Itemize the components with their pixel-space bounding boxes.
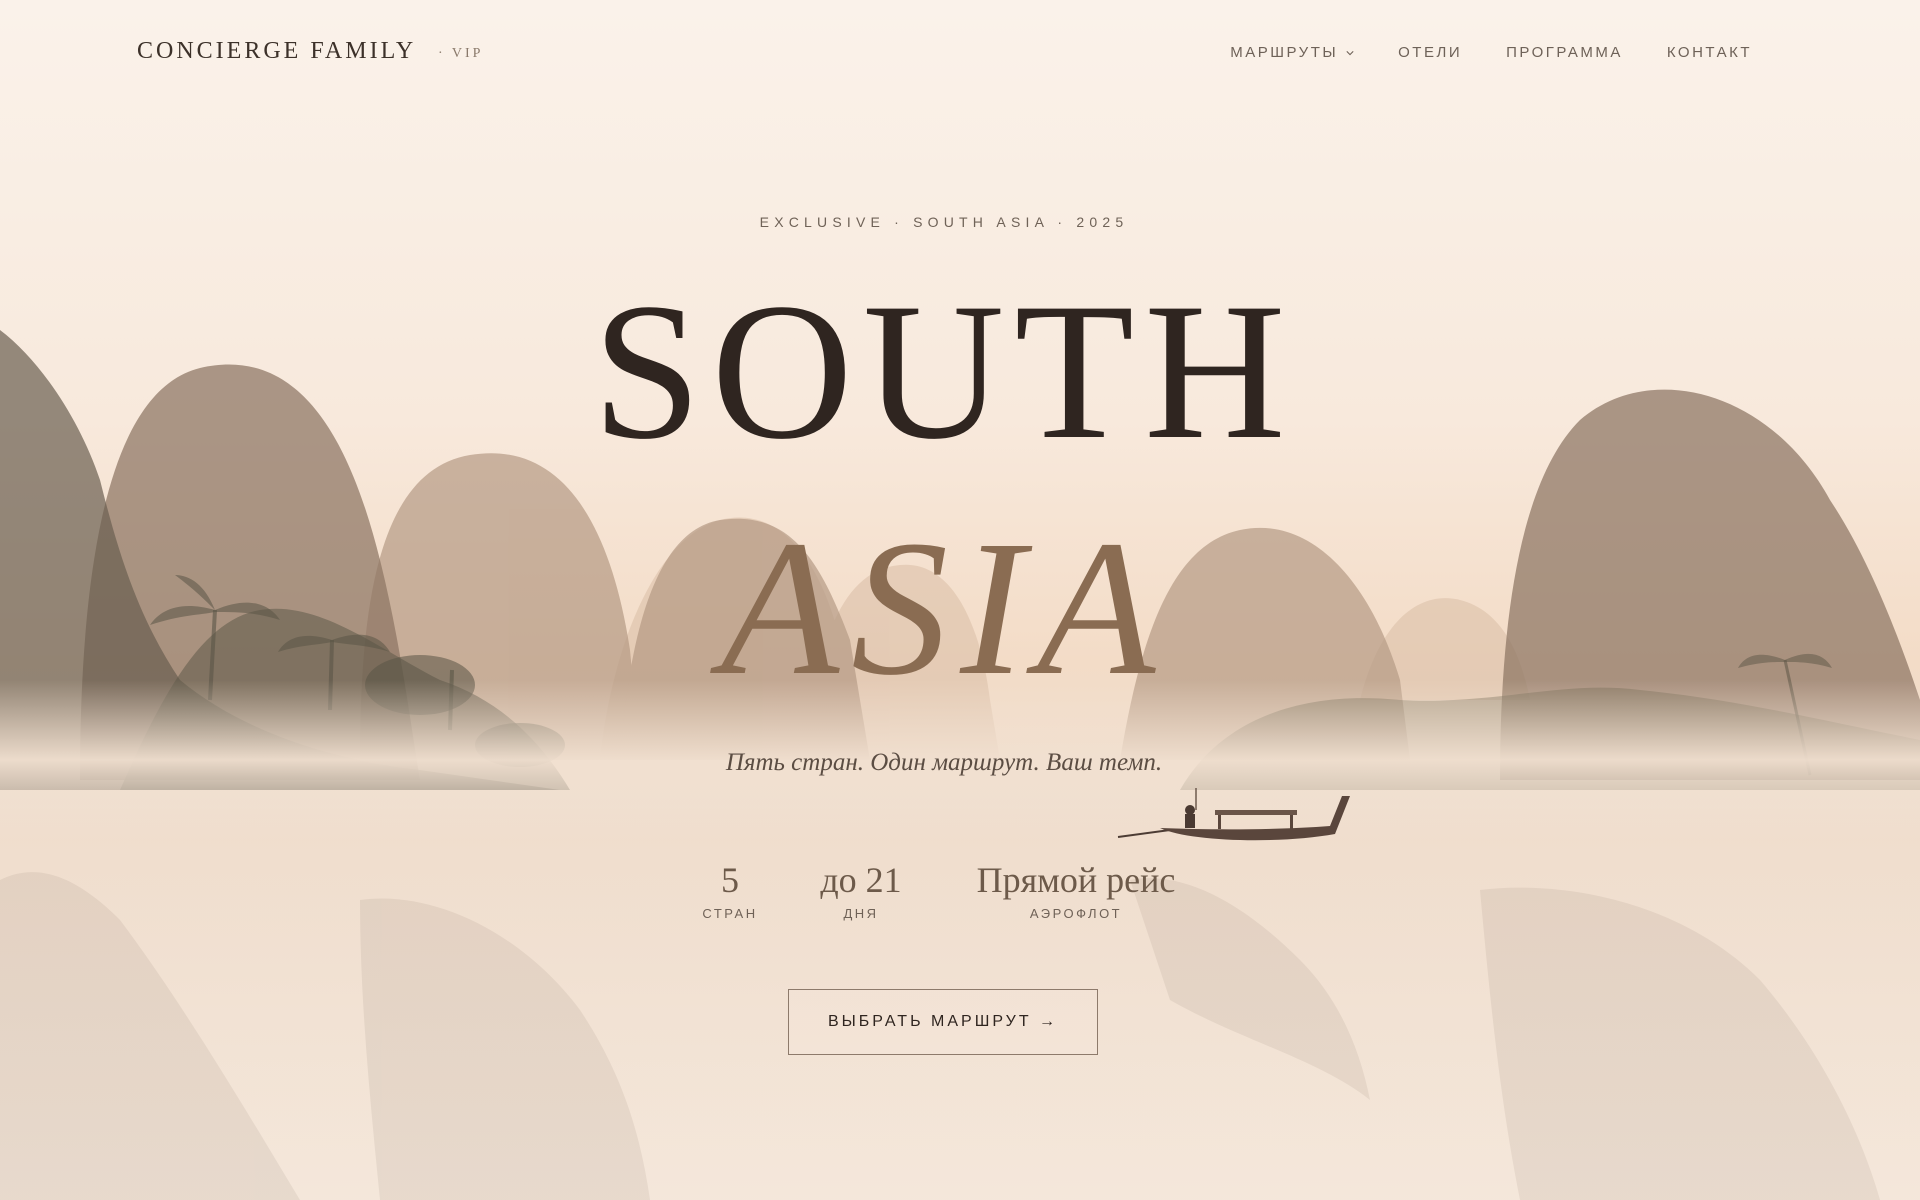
nav-item-contact[interactable]: КОНТАКТ xyxy=(1667,44,1752,61)
stat-countries: 5 СТРАН xyxy=(680,858,780,921)
stat-label: ДНЯ xyxy=(843,906,879,921)
brand-logo[interactable]: CONCIERGE FAMILY xyxy=(137,38,416,65)
nav-item-label: ОТЕЛИ xyxy=(1398,44,1463,61)
nav-item-program[interactable]: ПРОГРАММА xyxy=(1506,44,1623,61)
main-nav: МАРШРУТЫ ОТЕЛИ ПРОГРАММА КОНТАКТ xyxy=(1230,44,1752,61)
nav-item-routes[interactable]: МАРШРУТЫ xyxy=(1230,44,1354,61)
hero-eyebrow: EXCLUSIVE · SOUTH ASIA · 2025 xyxy=(759,214,1129,230)
nav-item-hotels[interactable]: ОТЕЛИ xyxy=(1398,44,1462,61)
stat-value: до 21 xyxy=(820,860,902,900)
hero-title-line2: ASIA xyxy=(720,500,1168,715)
nav-item-label: КОНТАКТ xyxy=(1666,44,1752,61)
stat-label: АЭРОФЛОТ xyxy=(1029,906,1123,921)
brand-vip-tag: · VIP xyxy=(438,46,484,61)
stat-flight: Прямой рейс АЭРОФЛОТ xyxy=(950,858,1202,921)
nav-item-label: ПРОГРАММА xyxy=(1506,44,1623,61)
chevron-down-icon xyxy=(1346,50,1354,55)
stat-value: Прямой рейс xyxy=(976,860,1176,900)
longtail-boat-icon xyxy=(1117,788,1350,841)
hero-title-line1: SOUTH xyxy=(592,263,1296,480)
stat-days: до 21 ДНЯ xyxy=(800,858,922,921)
stat-label: СТРАН xyxy=(702,906,758,921)
site-header: CONCIERGE FAMILY · VIP МАРШРУТЫ ОТЕЛИ ПР… xyxy=(0,0,1920,110)
nav-item-label: МАРШРУТЫ xyxy=(1230,44,1339,61)
stat-value: 5 xyxy=(721,860,739,900)
hero-tagline: Пять стран. Один маршрут. Ваш темп. xyxy=(725,749,1163,776)
choose-route-button[interactable]: ВЫБРАТЬ МАРШРУТ → xyxy=(788,989,1098,1055)
